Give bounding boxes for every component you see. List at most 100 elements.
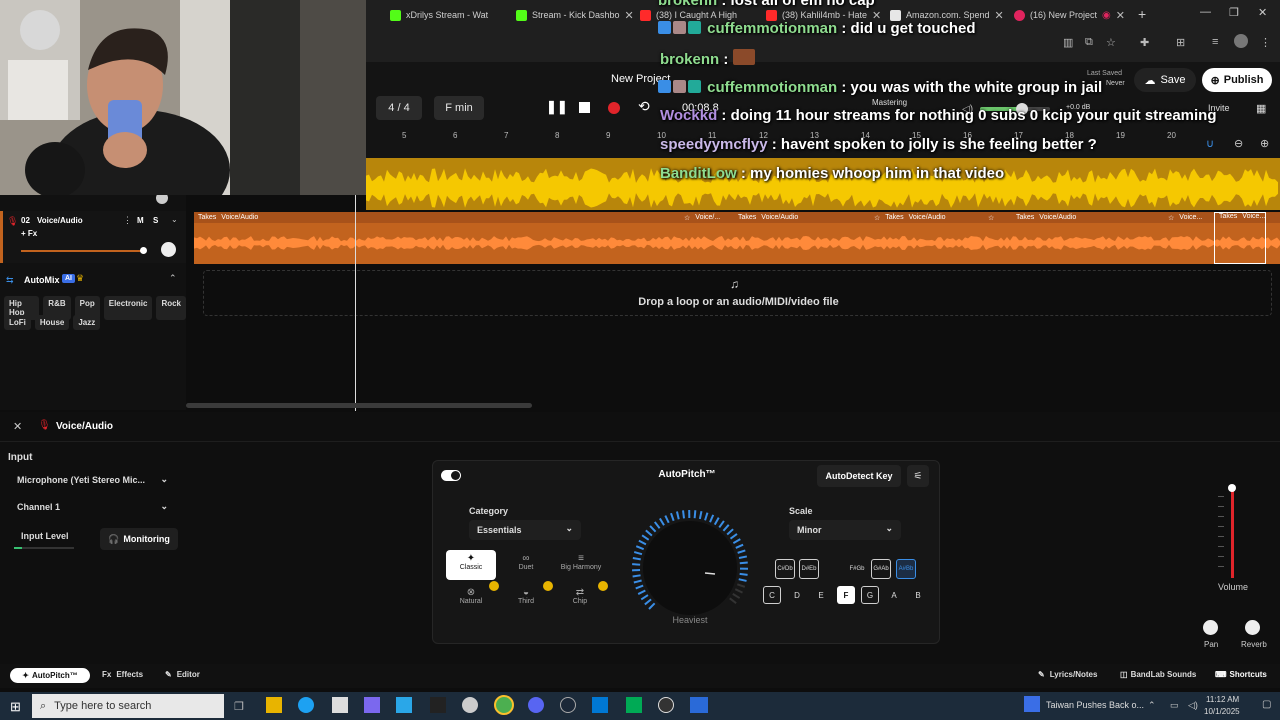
- magnet-icon[interactable]: ∪: [1206, 137, 1214, 150]
- file-explorer-icon[interactable]: [266, 697, 282, 713]
- key-g[interactable]: G: [861, 586, 879, 604]
- effect-classic[interactable]: ✦ Classic: [446, 550, 496, 580]
- key-c[interactable]: C: [763, 586, 781, 604]
- tray-chevron-icon[interactable]: ⌃: [1148, 700, 1156, 711]
- record-icon[interactable]: [608, 102, 620, 114]
- key-f-sharp[interactable]: F# Gb: [847, 559, 867, 579]
- clip-header[interactable]: Takes Voice/Audio: [734, 212, 798, 223]
- new-tab-button[interactable]: +: [1138, 6, 1146, 22]
- autodetect-key-button[interactable]: AutoDetect Key: [817, 465, 901, 487]
- game-icon[interactable]: [430, 697, 446, 713]
- profile-avatar[interactable]: [1234, 34, 1248, 48]
- settings-sliders-icon[interactable]: ⚟: [907, 465, 929, 487]
- correction-knob[interactable]: [629, 507, 751, 629]
- favorite-star-icon[interactable]: ☆: [1106, 36, 1120, 49]
- key-d-sharp[interactable]: D# Eb: [799, 559, 819, 579]
- restore-icon[interactable]: ❐: [1229, 6, 1239, 19]
- more-menu-icon[interactable]: ⋮: [1260, 36, 1274, 49]
- windows-start-icon[interactable]: ⊞: [10, 699, 21, 715]
- genre-electronic[interactable]: Electronic: [103, 296, 153, 320]
- chevron-up-icon[interactable]: ⌃: [169, 273, 177, 284]
- genre-house[interactable]: House: [34, 315, 70, 330]
- pan-knob[interactable]: [1203, 620, 1218, 635]
- app-icon[interactable]: [592, 697, 608, 713]
- minimize-icon[interactable]: —: [1200, 6, 1211, 18]
- mute-button[interactable]: M: [137, 216, 144, 225]
- key-f[interactable]: F: [837, 586, 855, 604]
- effect-chip[interactable]: ⇄ Chip: [555, 584, 605, 614]
- mastering-label[interactable]: Mastering: [872, 98, 907, 107]
- extensions-icon[interactable]: ✚: [1140, 36, 1154, 49]
- channel-select[interactable]: Channel 1 ⌄: [8, 497, 176, 517]
- key-e[interactable]: E: [812, 586, 830, 604]
- track-2-header[interactable]: 🎙 02 Voice/Audio ⋮ M S ⌄ + Fx: [0, 211, 186, 263]
- app-icon[interactable]: [332, 697, 348, 713]
- lyrics-button[interactable]: ✎ Lyrics/Notes: [1038, 670, 1097, 679]
- app-icon[interactable]: ⧉: [1085, 36, 1099, 48]
- taskbar-search[interactable]: ⌕ Type here to search: [32, 694, 224, 718]
- zoom-out-icon[interactable]: ⊖: [1234, 137, 1243, 150]
- effect-big-harmony[interactable]: ≡ Big Harmony: [553, 550, 609, 580]
- network-icon[interactable]: ▭: [1170, 700, 1179, 711]
- input-device-select[interactable]: Microphone (Yeti Stereo Mic... ⌄: [8, 470, 176, 490]
- volume-fader-thumb[interactable]: [1228, 484, 1236, 492]
- clip-header[interactable]: ☆ Takes Voice/Audio: [870, 212, 946, 223]
- loop-icon[interactable]: ⟲: [638, 98, 650, 115]
- track-volume-slider[interactable]: [21, 250, 145, 252]
- task-view-icon[interactable]: ❐: [234, 700, 244, 713]
- close-panel-icon[interactable]: ✕: [13, 420, 22, 433]
- stop-icon[interactable]: [579, 102, 590, 113]
- clip-header[interactable]: Takes Voice/Audio: [1012, 212, 1076, 223]
- chrome-icon[interactable]: [494, 695, 514, 715]
- track-2-region[interactable]: Takes Voice/Audio ☆ Voice/... Takes Voice/A…: [194, 212, 1280, 264]
- zoom-in-icon[interactable]: ⊕: [1260, 137, 1269, 150]
- pan-knob[interactable]: [161, 242, 176, 257]
- track-menu-icon[interactable]: ⋮: [123, 215, 132, 226]
- drop-zone[interactable]: ♫ Drop a loop or an audio/MIDI/video fil…: [203, 270, 1272, 316]
- window-close-icon[interactable]: ✕: [1258, 6, 1267, 19]
- add-fx-button[interactable]: + Fx: [21, 229, 37, 238]
- effects-tab[interactable]: Fx Effects: [102, 670, 143, 679]
- effect-duet[interactable]: ∞ Duet: [501, 550, 551, 580]
- effect-natural[interactable]: ⊗ Natural: [446, 584, 496, 614]
- track-name[interactable]: Voice/Audio: [37, 216, 83, 225]
- category-select[interactable]: Essentials ⌄: [469, 520, 581, 540]
- key-g-sharp[interactable]: G# Ab: [871, 559, 891, 579]
- key-d[interactable]: D: [788, 586, 806, 604]
- media-control-icon[interactable]: ≡: [1212, 36, 1226, 48]
- monitoring-button[interactable]: 🎧 Monitoring: [100, 528, 178, 550]
- clip-header[interactable]: Takes Voice/Audio: [194, 212, 258, 223]
- bandlab-sounds-button[interactable]: ◫ BandLab Sounds: [1120, 670, 1196, 679]
- time-signature[interactable]: 4 / 4: [376, 96, 422, 120]
- clip-header-selected[interactable]: Takes Voice...: [1214, 212, 1267, 264]
- key-a[interactable]: A: [885, 586, 903, 604]
- volume-fader[interactable]: [1212, 484, 1252, 580]
- app-icon[interactable]: [462, 697, 478, 713]
- editor-tab[interactable]: ✎ Editor: [165, 670, 200, 679]
- chevron-down-icon[interactable]: ⌄: [171, 215, 178, 224]
- notification-icon[interactable]: ▢: [1262, 699, 1271, 710]
- key-c-sharp[interactable]: C# Db: [775, 559, 795, 579]
- app-icon[interactable]: [364, 697, 380, 713]
- publish-button[interactable]: ⊕ Publish: [1202, 68, 1272, 92]
- key-a-sharp[interactable]: A# Bb: [896, 559, 916, 579]
- shortcuts-button[interactable]: ⌨ Shortcuts: [1215, 670, 1267, 679]
- volume-icon[interactable]: ◁): [1188, 700, 1198, 711]
- collections-icon[interactable]: ⊞: [1176, 36, 1190, 49]
- close-icon[interactable]: ✕: [995, 9, 1004, 22]
- clip-header[interactable]: ☆: [984, 212, 994, 223]
- app-icon[interactable]: [690, 697, 708, 713]
- reverb-knob[interactable]: [1245, 620, 1260, 635]
- browser-tab-active[interactable]: (16) New Project ◉ ✕: [1014, 4, 1130, 26]
- pause-icon[interactable]: ❚❚: [546, 99, 568, 117]
- save-button[interactable]: ☁ Save: [1134, 68, 1196, 92]
- app-icon[interactable]: [626, 697, 642, 713]
- solo-button[interactable]: S: [153, 216, 158, 225]
- genre-rock[interactable]: Rock: [156, 296, 186, 320]
- autopitch-tab[interactable]: ✦ AutoPitch™: [10, 668, 90, 683]
- playhead[interactable]: [355, 195, 356, 411]
- obs-icon[interactable]: [658, 697, 674, 713]
- reading-mode-icon[interactable]: ▥: [1063, 36, 1077, 49]
- horizontal-scrollbar[interactable]: [186, 403, 532, 408]
- edge-icon[interactable]: [298, 697, 314, 713]
